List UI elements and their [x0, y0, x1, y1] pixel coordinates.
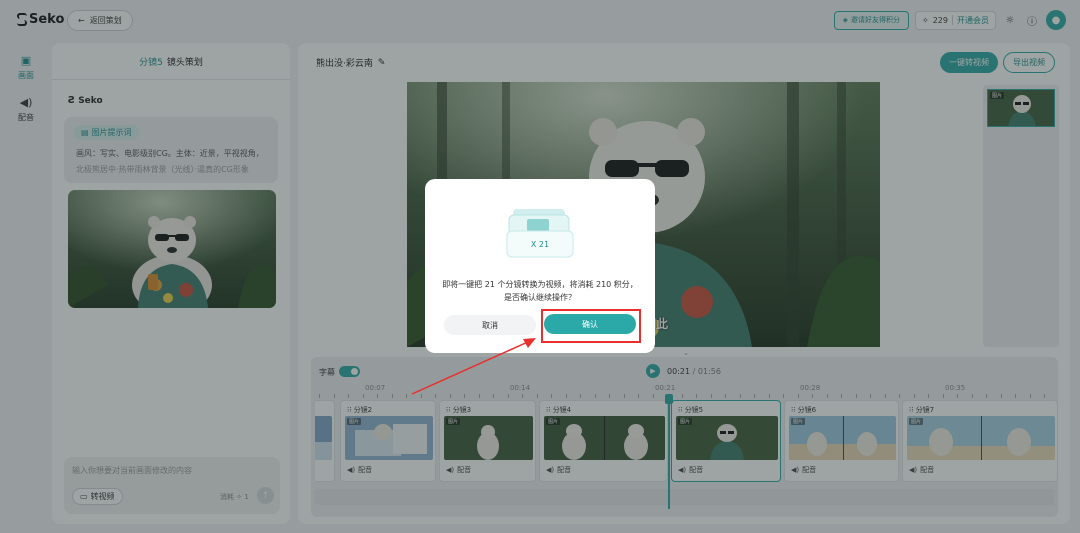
- dialog-message: 即将一键把 21 个分镜转换为视频，将消耗 210 积分，: [442, 280, 638, 289]
- dialog-message: 是否确认继续操作？: [504, 293, 576, 302]
- shot-count-badge: X 21: [530, 240, 550, 249]
- cancel-button[interactable]: 取消: [444, 315, 536, 335]
- video-batch-illustration: X 21: [505, 207, 575, 259]
- annotation-highlight-box: [541, 309, 641, 343]
- film-stack-icon: [506, 209, 574, 258]
